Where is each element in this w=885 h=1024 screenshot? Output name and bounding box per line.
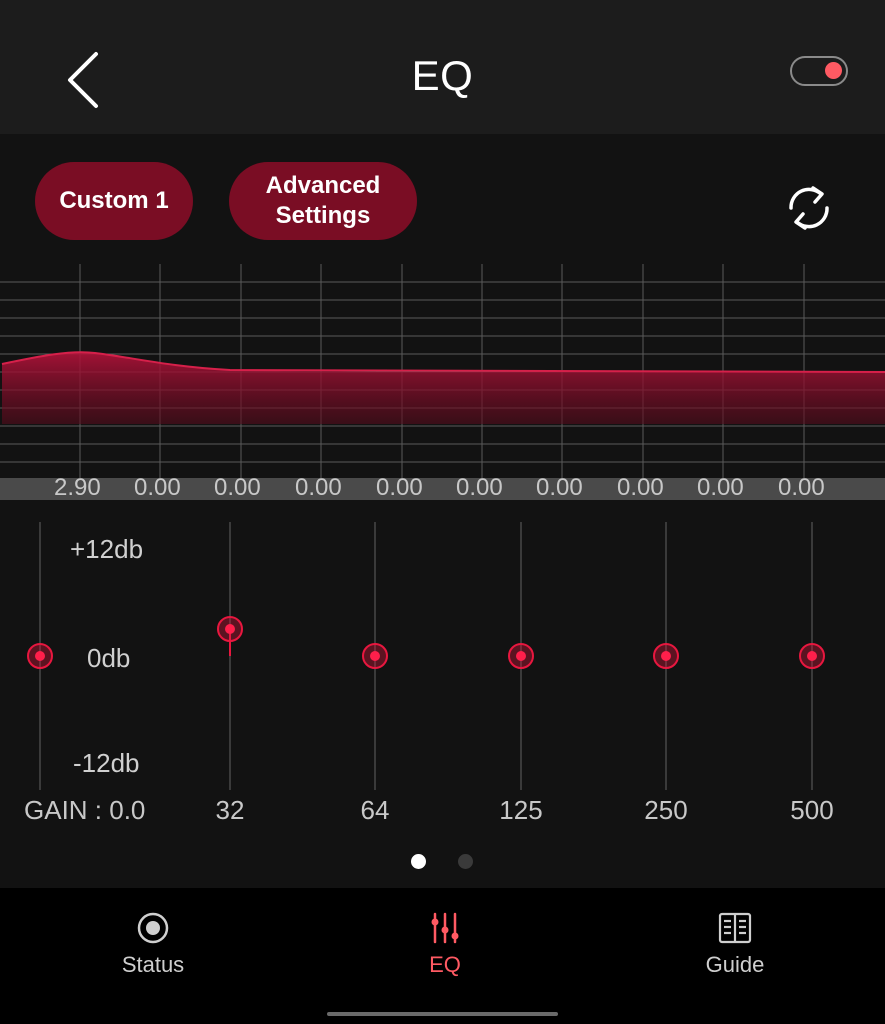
band-slider-thumb-500[interactable] (799, 643, 825, 669)
eq-curve-graph (0, 264, 885, 499)
eq-curve-svg (0, 264, 885, 478)
nav-item-guide[interactable]: Guide (635, 910, 835, 978)
preset-controls: Custom 1 Advanced Settings (0, 134, 885, 264)
page-dot[interactable] (458, 854, 473, 869)
band-value: 0.00 (536, 478, 583, 500)
page-indicator (0, 854, 885, 872)
band-value: 0.00 (697, 478, 744, 500)
nav-item-eq[interactable]: EQ (345, 910, 545, 978)
page-dot-active[interactable] (411, 854, 426, 869)
gain-readout: GAIN : 0.0 (24, 795, 146, 825)
nav-item-status[interactable]: Status (53, 910, 253, 978)
toggle-knob (825, 62, 842, 79)
nav-item-label: Guide (705, 952, 765, 977)
page-title: EQ (411, 52, 474, 99)
band-value: 0.00 (376, 478, 423, 500)
db-min-label: -12db (73, 748, 140, 778)
bottom-nav: Status EQ Guide (0, 888, 885, 1024)
freq-label-125: 125 (499, 795, 543, 825)
gain-slider-thumb[interactable] (27, 643, 53, 669)
band-slider-thumb-32[interactable] (217, 615, 243, 642)
reset-button[interactable] (781, 178, 837, 238)
band-value-strip: 2.90 0.00 0.00 0.00 0.00 0.00 0.00 0.00 … (0, 478, 885, 500)
band-slider-thumb-250[interactable] (653, 643, 679, 669)
nav-item-label: EQ (429, 952, 461, 977)
band-value: 0.00 (778, 478, 825, 500)
band-value: 0.00 (214, 478, 261, 500)
band-value: 0.00 (295, 478, 342, 500)
band-sliders-panel: +12db 0db -12db GAIN : 0.0 32 64 125 250… (0, 500, 885, 888)
freq-label-32: 32 (215, 795, 245, 825)
freq-label-250: 250 (644, 795, 688, 825)
band-value: 0.00 (456, 478, 503, 500)
db-max-label: +12db (70, 534, 144, 564)
status-icon (137, 912, 169, 944)
band-slider-track-32[interactable] (229, 522, 231, 790)
header-bar: EQ (0, 0, 885, 134)
guide-book-icon (718, 912, 752, 944)
freq-label-500: 500 (790, 795, 834, 825)
db-zero-label: 0db (87, 643, 131, 673)
eq-enable-toggle[interactable] (790, 56, 848, 86)
eq-sliders-icon (431, 912, 459, 944)
eq-curve-area (2, 352, 885, 424)
refresh-icon (789, 186, 829, 230)
advanced-settings-button[interactable]: Advanced Settings (229, 162, 417, 240)
band-slider-thumb-125[interactable] (508, 643, 534, 669)
band-slider-thumb-64[interactable] (362, 643, 388, 669)
freq-label-64: 64 (360, 795, 390, 825)
band-value: 0.00 (134, 478, 181, 500)
nav-item-label: Status (121, 952, 185, 977)
band-value: 0.00 (617, 478, 664, 500)
preset-custom-button[interactable]: Custom 1 (35, 162, 193, 240)
home-indicator-bar[interactable] (327, 1012, 558, 1016)
band-value: 2.90 (54, 478, 101, 500)
